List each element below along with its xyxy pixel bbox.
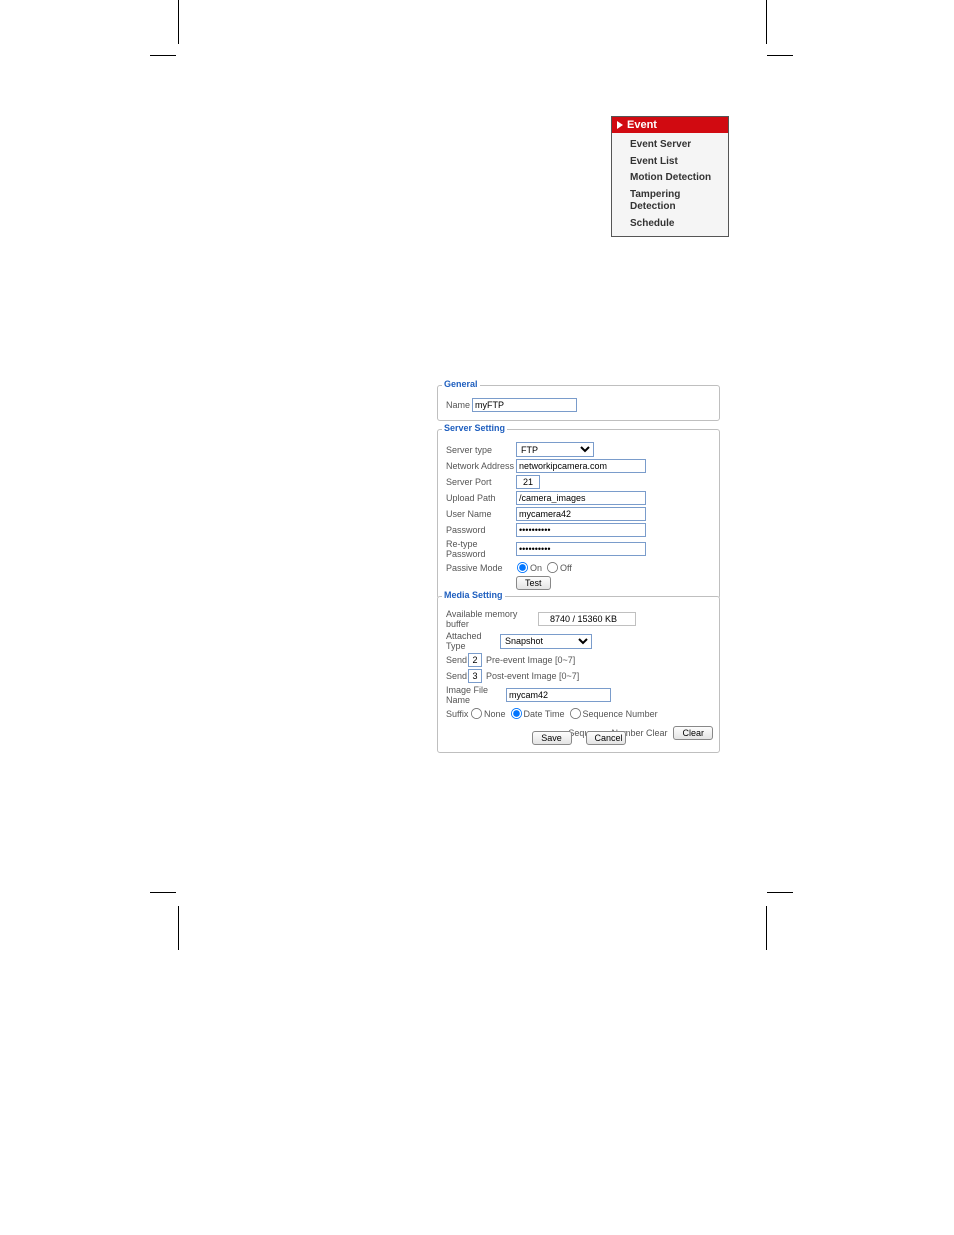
server-type-select[interactable]: FTP	[516, 442, 594, 457]
nav-item-schedule[interactable]: Schedule	[628, 216, 728, 233]
user-name-label: User Name	[446, 509, 516, 519]
nav-item-event-server[interactable]: Event Server	[628, 137, 728, 154]
passive-on-label: On	[530, 563, 542, 573]
crop-mark	[150, 892, 176, 893]
passive-off-label: Off	[560, 563, 572, 573]
suffix-date-label: Date Time	[524, 709, 565, 719]
server-port-label: Server Port	[446, 477, 516, 487]
cancel-button[interactable]: Cancel	[586, 731, 626, 745]
send-pre-label: Send	[446, 655, 468, 665]
media-setting-legend: Media Setting	[442, 590, 505, 600]
save-button[interactable]: Save	[532, 731, 572, 745]
buffer-value: 8740 / 15360 KB	[538, 612, 636, 626]
crop-mark	[766, 906, 767, 950]
image-file-name-input[interactable]	[506, 688, 611, 702]
nav-item-event-list[interactable]: Event List	[628, 154, 728, 171]
nav-item-motion-detection[interactable]: Motion Detection	[628, 170, 728, 187]
suffix-seq-label: Sequence Number	[583, 709, 658, 719]
post-event-hint: Post-event Image [0~7]	[486, 671, 579, 681]
general-group: General Name	[437, 385, 720, 421]
upload-path-input[interactable]	[516, 491, 646, 505]
password-input[interactable]	[516, 523, 646, 537]
user-name-input[interactable]	[516, 507, 646, 521]
passive-off-radio[interactable]	[547, 562, 558, 573]
retype-password-input[interactable]	[516, 542, 646, 556]
passive-on-radio[interactable]	[517, 562, 528, 573]
crop-mark	[150, 55, 176, 56]
crop-mark	[178, 0, 179, 44]
suffix-none-label: None	[484, 709, 506, 719]
server-setting-legend: Server Setting	[442, 423, 507, 433]
suffix-none-radio[interactable]	[471, 708, 482, 719]
crop-mark	[767, 892, 793, 893]
post-event-input[interactable]	[468, 669, 482, 683]
server-type-label: Server type	[446, 445, 516, 455]
nav-header-label: Event	[627, 119, 657, 131]
buffer-label: Available memory buffer	[446, 609, 538, 629]
nav-items: Event Server Event List Motion Detection…	[612, 133, 728, 236]
suffix-seq-radio[interactable]	[570, 708, 581, 719]
media-setting-group: Media Setting Available memory buffer 87…	[437, 596, 720, 753]
arrow-right-icon	[617, 121, 623, 129]
crop-mark	[767, 55, 793, 56]
crop-mark	[766, 0, 767, 44]
send-post-label: Send	[446, 671, 468, 681]
upload-path-label: Upload Path	[446, 493, 516, 503]
pre-event-input[interactable]	[468, 653, 482, 667]
test-button[interactable]: Test	[516, 576, 551, 590]
passive-mode-label: Passive Mode	[446, 563, 516, 573]
attached-type-select[interactable]: Snapshot	[500, 634, 592, 649]
action-buttons: Save Cancel	[437, 731, 720, 745]
pre-event-hint: Pre-event Image [0~7]	[486, 655, 575, 665]
general-legend: General	[442, 379, 480, 389]
server-port-input[interactable]	[516, 475, 540, 489]
suffix-date-radio[interactable]	[510, 708, 521, 719]
crop-mark	[178, 906, 179, 950]
attached-type-label: Attached Type	[446, 631, 500, 651]
server-setting-group: Server Setting Server type FTP Network A…	[437, 429, 720, 599]
suffix-label: Suffix	[446, 709, 470, 719]
retype-password-label: Re-type Password	[446, 539, 516, 559]
name-input[interactable]	[472, 398, 577, 412]
name-label: Name	[446, 400, 472, 410]
password-label: Password	[446, 525, 516, 535]
network-address-label: Network Address	[446, 461, 516, 471]
network-address-input[interactable]	[516, 459, 646, 473]
event-nav-panel: Event Event Server Event List Motion Det…	[611, 116, 729, 237]
image-file-name-label: Image File Name	[446, 685, 506, 705]
nav-item-tampering-detection[interactable]: Tampering Detection	[628, 187, 728, 216]
nav-header-event[interactable]: Event	[612, 117, 728, 133]
